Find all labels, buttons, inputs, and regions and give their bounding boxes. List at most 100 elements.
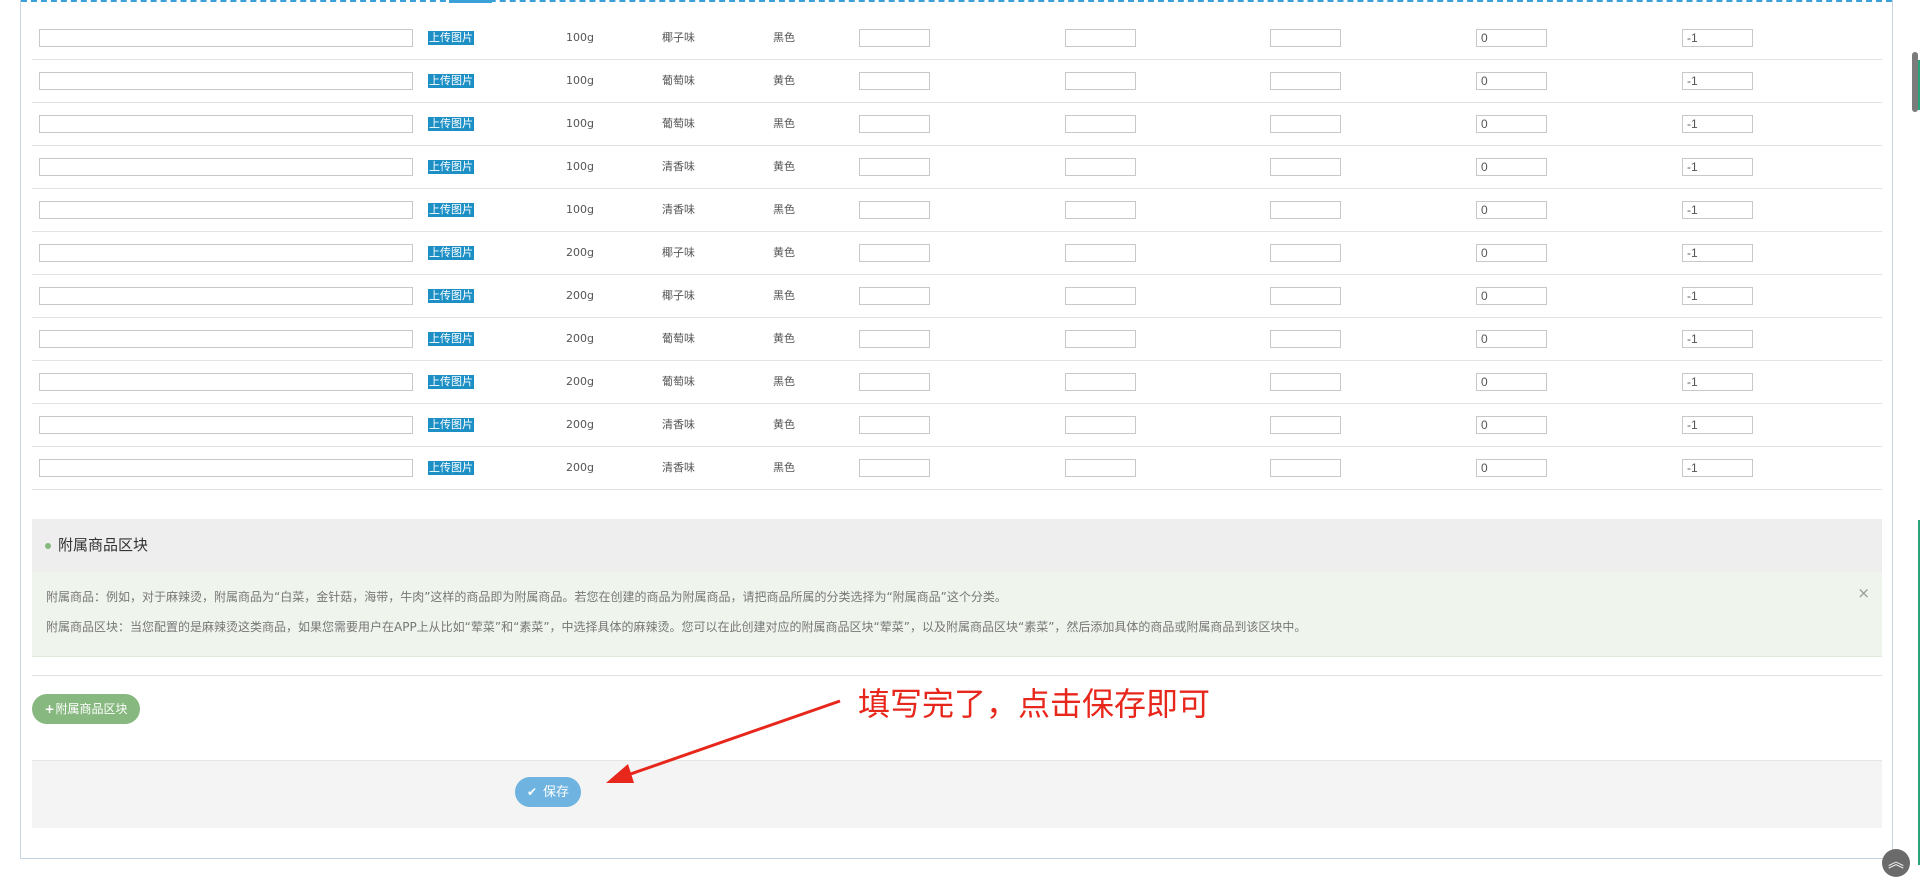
- upload-image-button[interactable]: 上传图片: [428, 418, 474, 432]
- sku-name-input[interactable]: [39, 158, 413, 176]
- stock-input[interactable]: [1476, 29, 1547, 47]
- sku-name-input[interactable]: [39, 29, 413, 47]
- save-button[interactable]: ✔ 保存: [515, 777, 581, 807]
- stock-input[interactable]: [1476, 459, 1547, 477]
- upload-image-button[interactable]: 上传图片: [428, 461, 474, 475]
- price-input[interactable]: [859, 287, 930, 305]
- price-input[interactable]: [859, 115, 930, 133]
- cost-price-input[interactable]: [1270, 416, 1341, 434]
- cost-price-input[interactable]: [1270, 158, 1341, 176]
- upload-image-button[interactable]: 上传图片: [428, 160, 474, 174]
- limit-input[interactable]: [1682, 244, 1753, 262]
- sku-name-input[interactable]: [39, 287, 413, 305]
- cost-price-input[interactable]: [1270, 244, 1341, 262]
- price-input[interactable]: [859, 158, 930, 176]
- cost-price-input[interactable]: [1270, 287, 1341, 305]
- limit-input[interactable]: [1682, 29, 1753, 47]
- cost-price-input[interactable]: [1270, 29, 1341, 47]
- info-text-line: 附属商品区块：当您配置的是麻辣烫这类商品，如果您需要用户在APP上从比如“荤菜”…: [46, 620, 1307, 634]
- upload-image-button[interactable]: 上传图片: [428, 289, 474, 303]
- stock-input[interactable]: [1476, 330, 1547, 348]
- stock-input[interactable]: [1476, 287, 1547, 305]
- market-price-input[interactable]: [1065, 416, 1136, 434]
- cost-price-input[interactable]: [1270, 115, 1341, 133]
- market-price-input[interactable]: [1065, 201, 1136, 219]
- table-row: 上传图片 200g 清香味 黑色: [32, 447, 1882, 490]
- limit-input[interactable]: [1682, 416, 1753, 434]
- flavor-cell: 椰子味: [662, 246, 695, 259]
- form-actions-bar: ✔ 保存: [32, 760, 1882, 828]
- upload-image-button[interactable]: 上传图片: [428, 74, 474, 88]
- price-input[interactable]: [859, 201, 930, 219]
- sku-name-input[interactable]: [39, 115, 413, 133]
- cost-price-input[interactable]: [1270, 459, 1341, 477]
- price-input[interactable]: [859, 72, 930, 90]
- market-price-input[interactable]: [1065, 459, 1136, 477]
- market-price-input[interactable]: [1065, 29, 1136, 47]
- limit-input[interactable]: [1682, 330, 1753, 348]
- limit-input[interactable]: [1682, 158, 1753, 176]
- table-row: 上传图片 100g 椰子味 黑色: [32, 17, 1882, 60]
- sku-name-input[interactable]: [39, 459, 413, 477]
- page-scrollbar[interactable]: [1909, 0, 1920, 880]
- market-price-input[interactable]: [1065, 158, 1136, 176]
- save-button-label: 保存: [543, 785, 570, 800]
- limit-input[interactable]: [1682, 72, 1753, 90]
- add-addon-block-button[interactable]: +附属商品区块: [32, 694, 140, 724]
- color-cell: 黑色: [773, 375, 795, 388]
- color-cell: 黄色: [773, 246, 795, 259]
- market-price-input[interactable]: [1065, 373, 1136, 391]
- stock-input[interactable]: [1476, 373, 1547, 391]
- limit-input[interactable]: [1682, 201, 1753, 219]
- color-cell: 黑色: [773, 203, 795, 216]
- sku-name-input[interactable]: [39, 416, 413, 434]
- scroll-to-top-icon[interactable]: ︽: [1882, 849, 1910, 877]
- price-input[interactable]: [859, 416, 930, 434]
- color-cell: 黄色: [773, 74, 795, 87]
- top-tab-marker: [449, 0, 492, 3]
- stock-input[interactable]: [1476, 115, 1547, 133]
- sku-name-input[interactable]: [39, 373, 413, 391]
- cost-price-input[interactable]: [1270, 72, 1341, 90]
- stock-input[interactable]: [1476, 244, 1547, 262]
- bullet-icon: [45, 543, 51, 549]
- market-price-input[interactable]: [1065, 115, 1136, 133]
- color-cell: 黄色: [773, 332, 795, 345]
- upload-image-button[interactable]: 上传图片: [428, 246, 474, 260]
- price-input[interactable]: [859, 29, 930, 47]
- cost-price-input[interactable]: [1270, 373, 1341, 391]
- market-price-input[interactable]: [1065, 287, 1136, 305]
- price-input[interactable]: [859, 373, 930, 391]
- price-input[interactable]: [859, 244, 930, 262]
- upload-image-button[interactable]: 上传图片: [428, 203, 474, 217]
- price-input[interactable]: [859, 330, 930, 348]
- sku-name-input[interactable]: [39, 330, 413, 348]
- stock-input[interactable]: [1476, 201, 1547, 219]
- limit-input[interactable]: [1682, 115, 1753, 133]
- upload-image-button[interactable]: 上传图片: [428, 375, 474, 389]
- cost-price-input[interactable]: [1270, 330, 1341, 348]
- weight-cell: 200g: [566, 246, 594, 259]
- market-price-input[interactable]: [1065, 330, 1136, 348]
- sku-name-input[interactable]: [39, 244, 413, 262]
- stock-input[interactable]: [1476, 416, 1547, 434]
- upload-image-button[interactable]: 上传图片: [428, 31, 474, 45]
- weight-cell: 200g: [566, 375, 594, 388]
- price-input[interactable]: [859, 459, 930, 477]
- flavor-cell: 清香味: [662, 461, 695, 474]
- sku-name-input[interactable]: [39, 201, 413, 219]
- color-cell: 黑色: [773, 31, 795, 44]
- limit-input[interactable]: [1682, 459, 1753, 477]
- market-price-input[interactable]: [1065, 72, 1136, 90]
- limit-input[interactable]: [1682, 287, 1753, 305]
- upload-image-button[interactable]: 上传图片: [428, 332, 474, 346]
- cost-price-input[interactable]: [1270, 201, 1341, 219]
- limit-input[interactable]: [1682, 373, 1753, 391]
- stock-input[interactable]: [1476, 72, 1547, 90]
- upload-image-button[interactable]: 上传图片: [428, 117, 474, 131]
- table-row: 上传图片 100g 清香味 黑色: [32, 189, 1882, 232]
- stock-input[interactable]: [1476, 158, 1547, 176]
- market-price-input[interactable]: [1065, 244, 1136, 262]
- sku-name-input[interactable]: [39, 72, 413, 90]
- close-icon[interactable]: ×: [1857, 584, 1870, 602]
